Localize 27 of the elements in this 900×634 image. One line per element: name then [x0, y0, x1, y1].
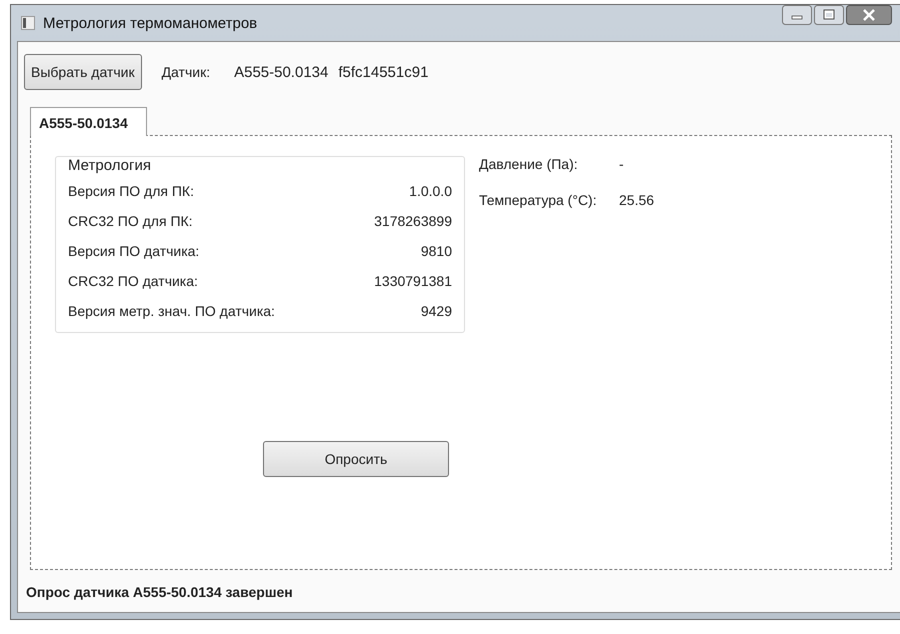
tab[interactable]: A555-50.0134	[30, 107, 147, 136]
select-sensor-button[interactable]: Выбрать датчик	[24, 54, 142, 90]
reading-label: Давление (Па):	[479, 156, 579, 172]
field-value: 1.0.0.0	[409, 183, 452, 199]
reading-value: -	[619, 156, 624, 172]
status-text: Опрос датчика A555-50.0134 завершен	[25, 583, 294, 602]
sensor-model: A555-50.0134	[234, 64, 328, 80]
maximize-icon[interactable]	[814, 5, 844, 25]
field-value: 3178263899	[374, 213, 452, 229]
window-title: Метрология термоманометров	[43, 14, 258, 32]
field-value: 9810	[420, 243, 452, 259]
sensor-label: Датчик:	[162, 64, 210, 80]
field-label: CRC32 ПО для ПК:	[68, 213, 193, 229]
field-label: Версия метр. знач. ПО датчика:	[68, 303, 275, 319]
group-title: Метрология	[68, 157, 151, 174]
poll-button[interactable]: Опросить	[263, 441, 449, 477]
app-icon	[21, 16, 35, 30]
close-icon[interactable]	[846, 5, 892, 25]
field-label: CRC32 ПО датчика:	[68, 273, 198, 289]
field-label: Версия ПО для ПК:	[68, 183, 194, 199]
minimize-icon[interactable]	[782, 5, 812, 25]
reading-label: Температура (°C):	[479, 192, 598, 208]
sensor-id: f5fc14551c91	[338, 64, 428, 80]
field-value: 1330791381	[374, 273, 452, 289]
reading-value: 25.56	[619, 192, 654, 208]
field-label: Версия ПО датчика:	[68, 243, 200, 259]
field-value: 9429	[420, 303, 452, 319]
